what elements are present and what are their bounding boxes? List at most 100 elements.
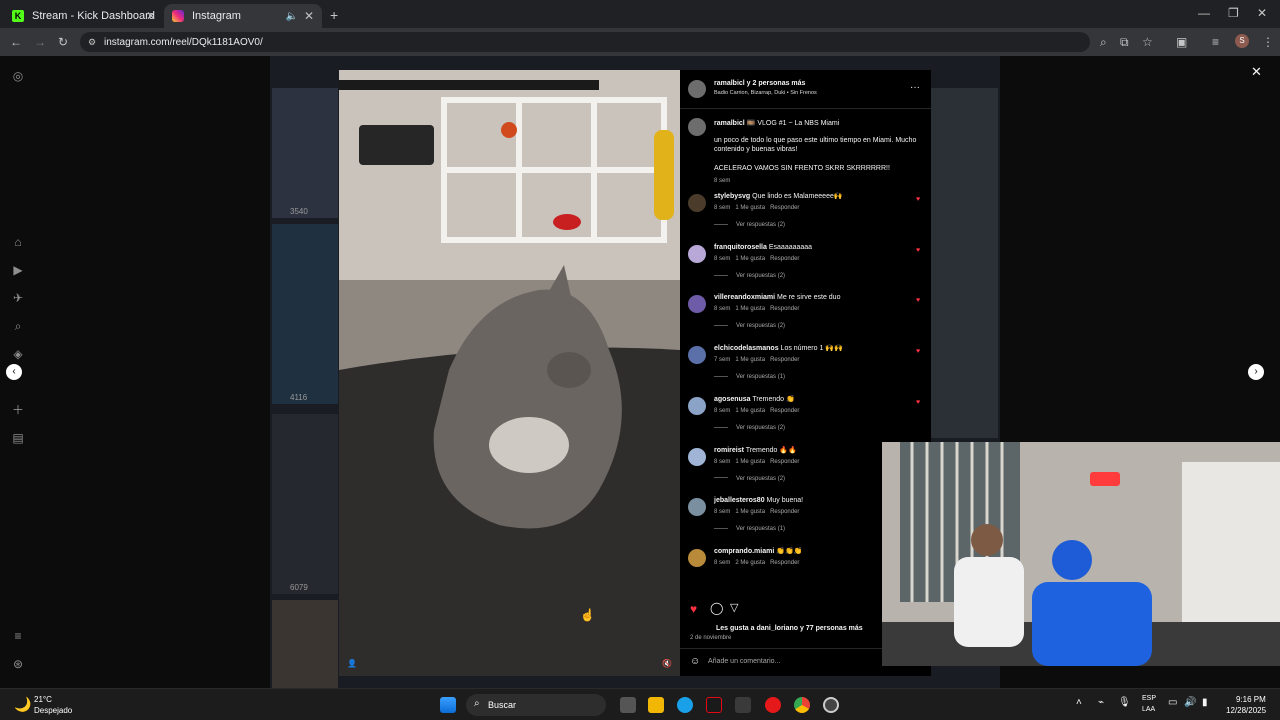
mute-icon[interactable]: 🔇: [662, 659, 672, 668]
comment-user[interactable]: elchicodelasmanos: [714, 345, 779, 352]
more-menu-icon[interactable]: ≡: [10, 628, 26, 644]
messages-icon[interactable]: ✈: [10, 290, 26, 306]
instagram-logo-icon[interactable]: ◎: [10, 68, 26, 84]
comment-user[interactable]: stylebysvg: [714, 193, 750, 200]
comment-like-icon[interactable]: ♥: [916, 297, 920, 304]
amazon-icon[interactable]: [735, 697, 751, 713]
create-icon[interactable]: ＋: [10, 402, 26, 418]
weather-desc[interactable]: Despejado: [34, 706, 72, 715]
windows-start-icon[interactable]: [440, 697, 456, 713]
comment-like-icon[interactable]: ♥: [916, 247, 920, 254]
bookmark-star-icon[interactable]: ☆: [1142, 35, 1153, 49]
close-window-icon[interactable]: ✕: [1257, 6, 1267, 20]
notifications-icon[interactable]: ▤: [10, 430, 26, 446]
comment-like-icon[interactable]: ♥: [916, 196, 920, 203]
site-info-icon[interactable]: ⚙: [88, 37, 96, 48]
minimize-icon[interactable]: —: [1198, 6, 1210, 20]
user-tag-icon[interactable]: 👤: [347, 659, 357, 668]
file-explorer-icon[interactable]: [648, 697, 664, 713]
comment-likes[interactable]: 1 Me gusta: [735, 357, 765, 363]
clock-date[interactable]: 12/28/2025: [1226, 706, 1266, 715]
taskbar-search[interactable]: ⌕ Buscar: [466, 694, 606, 716]
audio-track[interactable]: Badio Carrion, Bizarrap, Duki • Sin Fren…: [714, 89, 924, 98]
reel-thumbnail[interactable]: [930, 88, 998, 438]
avatar[interactable]: [688, 295, 706, 314]
home-icon[interactable]: ⌂: [10, 234, 26, 250]
obs-icon[interactable]: [823, 697, 839, 713]
comment-likes[interactable]: 2 Me gusta: [735, 560, 765, 566]
new-tab-icon[interactable]: +: [330, 7, 338, 23]
sidepanel-icon[interactable]: ▣: [1176, 35, 1187, 49]
comment-user[interactable]: agosenusa: [714, 396, 751, 403]
volume-icon[interactable]: 🔊: [1184, 697, 1196, 708]
comment-like-icon[interactable]: ♥: [916, 399, 920, 406]
keyboard-layout[interactable]: LAA: [1142, 706, 1155, 713]
tab-instagram[interactable]: Instagram 🔈 ✕: [164, 4, 322, 28]
address-bar[interactable]: ⚙ instagram.com/reel/DQk1181AOV0/: [80, 32, 1090, 52]
view-replies-link[interactable]: Ver respuestas (1): [714, 374, 785, 380]
view-replies-link[interactable]: Ver respuestas (2): [714, 222, 785, 228]
comment-user[interactable]: comprando.miami: [714, 548, 774, 555]
comment-icon[interactable]: ◯: [710, 601, 723, 615]
comment-user[interactable]: jeballesteros80: [714, 497, 765, 504]
comment-likes[interactable]: 1 Me gusta: [735, 408, 765, 414]
avatar[interactable]: [688, 548, 706, 567]
avatar[interactable]: [688, 447, 706, 466]
view-replies-link[interactable]: Ver respuestas (2): [714, 273, 785, 279]
reel-thumbnail[interactable]: 3540: [272, 88, 338, 218]
profile-avatar[interactable]: S: [1235, 34, 1249, 48]
reply-button[interactable]: Responder: [770, 408, 799, 414]
close-tab-icon[interactable]: ✕: [146, 9, 156, 23]
task-view-icon[interactable]: [620, 697, 636, 713]
restore-icon[interactable]: ❐: [1228, 6, 1239, 20]
display-icon[interactable]: ▭: [1168, 697, 1177, 708]
comment-input[interactable]: Añade un comentario...: [708, 658, 780, 665]
meta-icon[interactable]: ⊛: [10, 656, 26, 672]
reels-icon[interactable]: ▶: [10, 262, 26, 278]
clock-time[interactable]: 9:16 PM: [1236, 695, 1266, 704]
weather-temp[interactable]: 21°C: [34, 695, 52, 704]
comment-user[interactable]: romireist: [714, 447, 744, 454]
view-replies-link[interactable]: Ver respuestas (2): [714, 476, 785, 482]
cast-icon[interactable]: ⧉: [1120, 35, 1129, 50]
network-icon[interactable]: ⌁: [1098, 697, 1104, 708]
comment-like-icon[interactable]: ♥: [916, 348, 920, 355]
reel-thumbnail[interactable]: 6079: [272, 414, 338, 594]
comment-likes[interactable]: 1 Me gusta: [735, 509, 765, 515]
comment-user[interactable]: franquitorosella: [714, 244, 767, 251]
avatar[interactable]: [688, 346, 706, 365]
prev-arrow-icon[interactable]: ‹: [6, 364, 22, 380]
share-icon[interactable]: ▽: [730, 601, 738, 614]
explore-icon[interactable]: ◈: [10, 346, 26, 362]
zoom-icon[interactable]: ⌕: [1100, 35, 1107, 50]
media-icon[interactable]: ≡: [1212, 35, 1219, 49]
reply-button[interactable]: Responder: [770, 357, 799, 363]
battery-icon[interactable]: ▮: [1202, 697, 1208, 708]
edge-icon[interactable]: [677, 697, 693, 713]
emoji-icon[interactable]: ☺: [690, 656, 700, 667]
reload-icon[interactable]: ↻: [58, 35, 68, 49]
speaker-icon[interactable]: 🔈: [286, 11, 298, 22]
reply-button[interactable]: Responder: [770, 306, 799, 312]
back-icon[interactable]: ←: [10, 35, 22, 49]
next-arrow-icon[interactable]: ›: [1248, 364, 1264, 380]
view-replies-link[interactable]: Ver respuestas (2): [714, 323, 785, 329]
reel-video[interactable]: 👤 🔇: [339, 70, 680, 676]
caption-user[interactable]: ramalbicl: [714, 120, 745, 127]
reel-thumbnail[interactable]: [272, 600, 338, 688]
reply-button[interactable]: Responder: [770, 509, 799, 515]
reply-button[interactable]: Responder: [770, 256, 799, 262]
view-replies-link[interactable]: Ver respuestas (1): [714, 526, 785, 532]
comment-likes[interactable]: 1 Me gusta: [735, 306, 765, 312]
close-icon[interactable]: ✕: [1251, 64, 1262, 80]
reply-button[interactable]: Responder: [770, 560, 799, 566]
comment-likes[interactable]: 1 Me gusta: [735, 256, 765, 262]
reply-button[interactable]: Responder: [770, 205, 799, 211]
tab-kick[interactable]: K Stream - Kick Dashboard ✕: [4, 4, 164, 28]
netflix-icon[interactable]: [706, 697, 722, 713]
close-tab-icon[interactable]: ✕: [304, 9, 314, 23]
view-replies-link[interactable]: Ver respuestas (2): [714, 425, 785, 431]
post-author[interactable]: ramalbicl y 2 personas más: [714, 79, 924, 88]
language-code[interactable]: ESP: [1142, 695, 1156, 702]
more-options-icon[interactable]: ···: [910, 82, 920, 93]
